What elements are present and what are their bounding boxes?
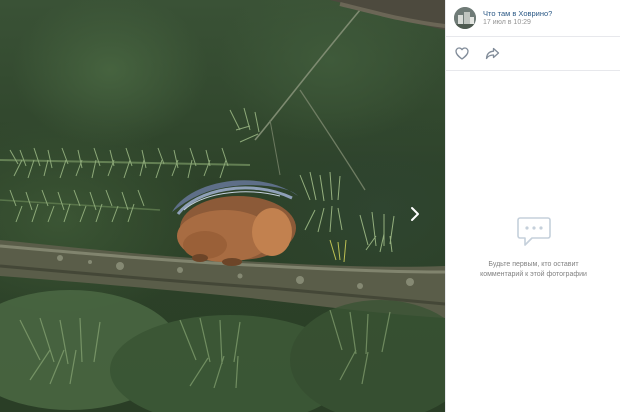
squirrel bbox=[172, 180, 298, 266]
comments-empty-state: Будьте первым, кто оставит комментарий к… bbox=[446, 71, 620, 412]
like-button[interactable] bbox=[454, 46, 470, 62]
comment-bubble-icon bbox=[516, 217, 551, 246]
empty-text-line1: Будьте первым, кто оставит bbox=[488, 261, 579, 268]
heart-icon bbox=[455, 47, 469, 60]
empty-text-line2: комментарий к этой фотографии bbox=[480, 271, 587, 279]
group-name-link[interactable]: Что там в Ховрино? bbox=[483, 9, 552, 18]
photo-viewer[interactable] bbox=[0, 0, 445, 412]
share-button[interactable] bbox=[484, 46, 500, 62]
photo-side-panel: Что там в Ховрино? 17 июл в 10:29 Будьте… bbox=[445, 0, 620, 412]
next-photo-button[interactable] bbox=[410, 206, 436, 240]
avatar-image bbox=[454, 7, 476, 29]
post-actions bbox=[446, 37, 620, 71]
group-avatar[interactable] bbox=[454, 7, 476, 29]
post-date: 17 июл в 10:29 bbox=[483, 18, 531, 26]
photo-image bbox=[0, 0, 445, 412]
share-icon bbox=[485, 47, 499, 60]
comments-empty-text: Будьте первым, кто оставит комментарий к… bbox=[459, 260, 609, 280]
chevron-right-icon bbox=[411, 207, 419, 221]
post-header: Что там в Ховрино? 17 июл в 10:29 bbox=[446, 0, 620, 37]
